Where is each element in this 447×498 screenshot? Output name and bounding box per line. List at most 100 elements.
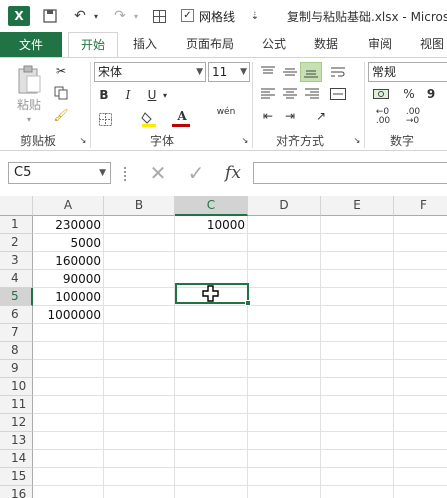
decrease-indent-icon[interactable]: ⇤ xyxy=(258,108,278,124)
copy-icon[interactable] xyxy=(52,84,70,102)
undo-dropdown-icon[interactable]: ▾ xyxy=(90,6,102,26)
font-color-button[interactable]: A xyxy=(174,108,190,124)
row-header-9[interactable]: 9 xyxy=(0,360,33,378)
name-box[interactable]: C5 ▼ xyxy=(8,162,111,184)
italic-button[interactable]: I xyxy=(120,86,136,104)
save-icon[interactable] xyxy=(40,6,60,26)
alignment-launcher-icon[interactable]: ↘ xyxy=(352,135,362,145)
row-header-7[interactable]: 7 xyxy=(0,324,33,342)
clipboard-launcher-icon[interactable]: ↘ xyxy=(78,135,88,145)
row-header-2[interactable]: 2 xyxy=(0,234,33,252)
percent-button[interactable]: % xyxy=(402,86,416,102)
column-header-c[interactable]: C xyxy=(175,196,248,216)
row-header-6[interactable]: 6 xyxy=(0,306,33,324)
grid-column-line xyxy=(393,216,394,498)
align-top-icon[interactable] xyxy=(258,64,278,80)
borders-icon[interactable] xyxy=(150,6,168,26)
paste-icon[interactable] xyxy=(14,64,44,96)
align-bottom-icon[interactable] xyxy=(300,62,322,82)
decrease-decimal-icon[interactable]: .00 →0 xyxy=(402,108,424,126)
font-launcher-icon[interactable]: ↘ xyxy=(240,135,250,145)
alignment-group-label: 对齐方式 xyxy=(276,134,325,148)
select-all-corner[interactable] xyxy=(0,196,33,216)
row-header-10[interactable]: 10 xyxy=(0,378,33,396)
tab-page-layout[interactable]: 页面布局 xyxy=(182,32,238,58)
align-right-icon[interactable] xyxy=(302,86,322,102)
tab-insert[interactable]: 插入 xyxy=(128,32,162,58)
redo-icon[interactable]: ↷ xyxy=(110,6,130,26)
column-header-b[interactable]: B xyxy=(104,196,175,216)
row-header-14[interactable]: 14 xyxy=(0,450,33,468)
tab-review[interactable]: 审阅 xyxy=(364,32,396,58)
tab-data[interactable]: 数据 xyxy=(310,32,342,58)
spreadsheet-grid[interactable]: ABCDEF 1 2 3 4 5 6 7 8 9 10 11 12 13 14 15 16 230000 500… xyxy=(0,196,447,498)
undo-icon[interactable]: ↶ xyxy=(70,6,90,26)
row-header-8[interactable]: 8 xyxy=(0,342,33,360)
column-header-e[interactable]: E xyxy=(321,196,394,216)
row-header-1[interactable]: 1 xyxy=(0,216,33,234)
insert-function-button[interactable]: fx xyxy=(220,163,246,183)
fill-color-icon[interactable] xyxy=(140,110,158,128)
excel-logo-icon: X xyxy=(8,6,30,26)
underline-button[interactable]: U xyxy=(144,86,160,104)
row-header-12[interactable]: 12 xyxy=(0,414,33,432)
number-format-select[interactable]: 常规 xyxy=(368,62,447,82)
tab-formulas[interactable]: 公式 xyxy=(258,32,290,58)
paste-dropdown-icon[interactable]: ▾ xyxy=(24,114,34,124)
paste-button[interactable]: 粘贴 xyxy=(12,96,46,112)
row-header-11[interactable]: 11 xyxy=(0,396,33,414)
row-header-15[interactable]: 15 xyxy=(0,468,33,486)
increase-decimal-icon[interactable]: ←0.00 xyxy=(372,108,394,126)
row-header-3[interactable]: 3 xyxy=(0,252,33,270)
bold-button[interactable]: B xyxy=(96,86,112,104)
formula-input[interactable] xyxy=(253,162,447,184)
increase-indent-icon[interactable]: ⇥ xyxy=(280,108,300,124)
window-title: 复制与粘贴基础.xlsx - Micros xyxy=(287,10,447,24)
row-header-13[interactable]: 13 xyxy=(0,432,33,450)
enter-icon[interactable]: ✓ xyxy=(184,161,208,185)
cell-c1[interactable]: 10000 xyxy=(175,216,248,234)
cell-a5[interactable]: 100000 xyxy=(33,288,104,306)
pinyin-button[interactable]: wén xyxy=(214,106,238,118)
cell-cursor-icon xyxy=(201,284,221,304)
cell-a3[interactable]: 160000 xyxy=(33,252,104,270)
column-header-f[interactable]: F xyxy=(394,196,447,216)
row-header-5[interactable]: 5 xyxy=(0,288,33,306)
cell-a6[interactable]: 1000000 xyxy=(33,306,104,324)
format-painter-icon[interactable]: 🖌 xyxy=(52,106,70,124)
orientation-icon[interactable]: ↗ xyxy=(310,108,332,124)
grid-row-line xyxy=(33,485,447,486)
selected-cell-c5[interactable] xyxy=(175,283,251,306)
customize-toolbar-icon[interactable]: ⇣ xyxy=(249,6,261,26)
column-header-d[interactable]: D xyxy=(248,196,321,216)
align-middle-icon[interactable] xyxy=(280,64,300,80)
align-left-icon[interactable] xyxy=(258,86,278,102)
font-name-select[interactable]: 宋体 ▼ xyxy=(94,62,206,82)
row-header-16[interactable]: 16 xyxy=(0,486,33,498)
accounting-format-icon[interactable] xyxy=(370,86,392,102)
cancel-icon[interactable]: ✕ xyxy=(146,161,170,185)
row-header-4[interactable]: 4 xyxy=(0,270,33,288)
cell-a2[interactable]: 5000 xyxy=(33,234,104,252)
tab-file[interactable]: 文件 xyxy=(0,32,62,58)
wrap-text-icon[interactable] xyxy=(328,64,348,80)
column-header-a[interactable]: A xyxy=(33,196,104,216)
redo-dropdown-icon[interactable]: ▾ xyxy=(130,6,142,26)
underline-dropdown-icon[interactable]: ▾ xyxy=(160,90,170,100)
cell-a4[interactable]: 90000 xyxy=(33,270,104,288)
border-icon[interactable] xyxy=(96,110,114,128)
align-center-icon[interactable] xyxy=(280,86,300,102)
comma-style-button[interactable]: 9 xyxy=(424,86,438,102)
formula-bar-grip[interactable] xyxy=(124,167,126,181)
cut-icon[interactable]: ✂ xyxy=(52,62,70,80)
fill-handle[interactable] xyxy=(245,300,251,306)
tab-view[interactable]: 视图 xyxy=(416,32,447,58)
merge-center-icon[interactable] xyxy=(328,86,348,102)
tab-home[interactable]: 开始 xyxy=(68,32,118,59)
font-size-select[interactable]: 11 ▼ xyxy=(208,62,250,82)
font-color-swatch xyxy=(172,124,190,127)
gridline-checkbox[interactable]: ✓ xyxy=(181,9,194,22)
grid-column-line xyxy=(320,216,321,498)
cell-a1[interactable]: 230000 xyxy=(33,216,104,234)
grid-row-line xyxy=(33,395,447,396)
